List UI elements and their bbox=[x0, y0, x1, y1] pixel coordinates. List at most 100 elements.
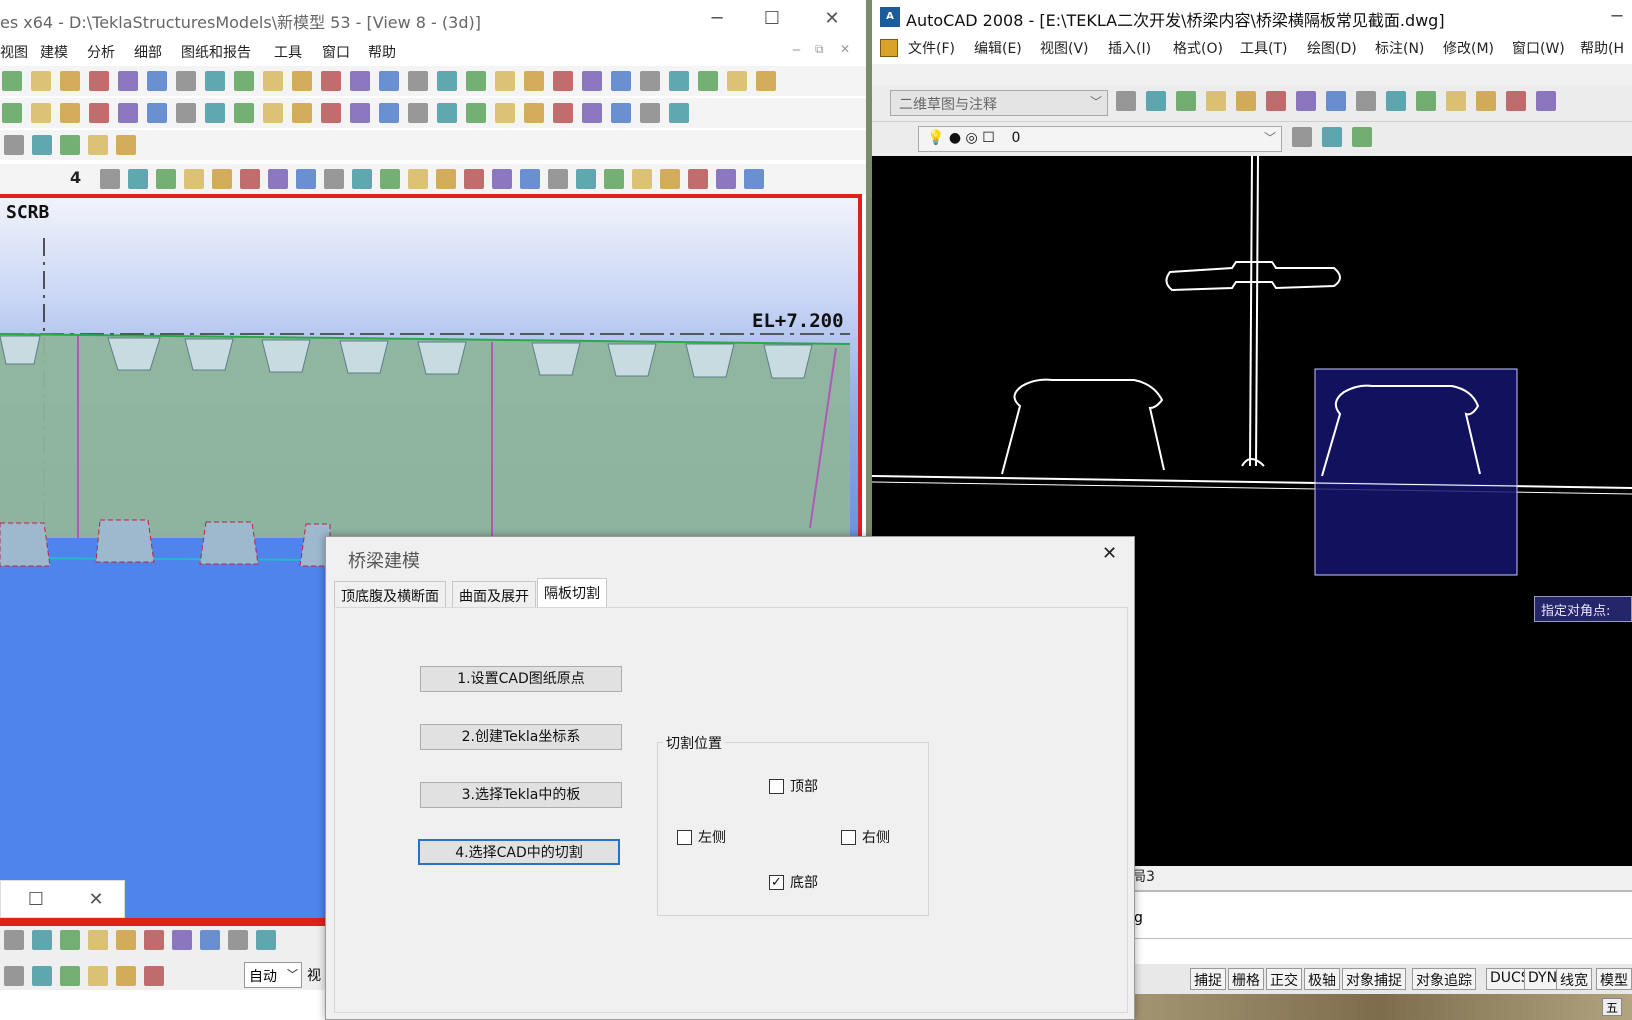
toolbar-tool-icon[interactable] bbox=[184, 169, 204, 189]
status-model-button[interactable]: 模型 bbox=[1596, 968, 1632, 990]
toolbar-tool-icon[interactable] bbox=[200, 930, 220, 950]
toolbar-tool-icon[interactable] bbox=[89, 103, 109, 123]
toolbar-tool-icon[interactable] bbox=[464, 169, 484, 189]
tab-deck-cross-section[interactable]: 顶底腹及横断面 bbox=[334, 581, 446, 607]
toolbar-tool-icon[interactable] bbox=[1506, 91, 1526, 111]
toolbar-tool-icon[interactable] bbox=[495, 103, 515, 123]
toolbar-tool-icon[interactable] bbox=[640, 103, 660, 123]
toolbar-tool-icon[interactable] bbox=[698, 71, 718, 91]
tekla-menu-help[interactable]: 帮助 bbox=[368, 42, 396, 62]
top-checkbox[interactable]: 顶部 bbox=[769, 776, 818, 796]
toolbar-tool-icon[interactable] bbox=[524, 71, 544, 91]
toolbar-tool-icon[interactable] bbox=[88, 930, 108, 950]
toolbar-tool-icon[interactable] bbox=[89, 71, 109, 91]
layout-tab[interactable]: 局3 bbox=[1132, 866, 1155, 886]
toolbar-tool-icon[interactable] bbox=[716, 169, 736, 189]
toolbar-tool-icon[interactable] bbox=[1146, 91, 1166, 111]
autocad-minimize-button[interactable]: ─ bbox=[1602, 6, 1632, 27]
toolbar-tool-icon[interactable] bbox=[4, 966, 24, 986]
toolbar-tool-icon[interactable] bbox=[1236, 91, 1256, 111]
toolbar-tool-icon[interactable] bbox=[32, 966, 52, 986]
toolbar-tool-icon[interactable] bbox=[1446, 91, 1466, 111]
toolbar-tool-icon[interactable] bbox=[495, 71, 515, 91]
tekla-maximize-button[interactable]: ☐ bbox=[757, 8, 787, 29]
right-checkbox[interactable]: 右侧 bbox=[841, 827, 890, 847]
toolbar-tool-icon[interactable] bbox=[1536, 91, 1556, 111]
tekla-menu-analysis[interactable]: 分析 bbox=[87, 42, 115, 62]
toolbar-tool-icon[interactable] bbox=[727, 71, 747, 91]
toolbar-tool-icon[interactable] bbox=[2, 103, 22, 123]
toolbar-tool-icon[interactable] bbox=[292, 71, 312, 91]
toolbar-tool-icon[interactable] bbox=[1322, 127, 1342, 147]
toolbar-tool-icon[interactable] bbox=[128, 169, 148, 189]
toolbar-tool-icon[interactable] bbox=[116, 135, 136, 155]
toolbar-tool-icon[interactable] bbox=[553, 71, 573, 91]
toolbar-tool-icon[interactable] bbox=[292, 103, 312, 123]
toolbar-tool-icon[interactable] bbox=[144, 930, 164, 950]
toolbar-tool-icon[interactable] bbox=[32, 930, 52, 950]
toolbar-tool-icon[interactable] bbox=[147, 71, 167, 91]
toolbar-tool-icon[interactable] bbox=[632, 169, 652, 189]
panel-close-button[interactable]: ✕ bbox=[81, 889, 111, 910]
toolbar-tool-icon[interactable] bbox=[611, 103, 631, 123]
acad-menu-tools[interactable]: 工具(T) bbox=[1240, 38, 1287, 58]
toolbar-tool-icon[interactable] bbox=[205, 71, 225, 91]
panel-maximize-button[interactable]: ☐ bbox=[21, 889, 51, 910]
toolbar-tool-icon[interactable] bbox=[524, 103, 544, 123]
status-snap-button[interactable]: 捕捉 bbox=[1190, 968, 1226, 990]
toolbar-tool-icon[interactable] bbox=[144, 966, 164, 986]
toolbar-tool-icon[interactable] bbox=[147, 103, 167, 123]
toolbar-tool-icon[interactable] bbox=[350, 71, 370, 91]
tab-diaphragm-cutting[interactable]: 隔板切割 bbox=[537, 578, 607, 607]
acad-menu-view[interactable]: 视图(V) bbox=[1040, 38, 1089, 58]
toolbar-tool-icon[interactable] bbox=[60, 103, 80, 123]
bottom-checkbox[interactable]: ✓ 底部 bbox=[769, 872, 818, 892]
toolbar-tool-icon[interactable] bbox=[466, 71, 486, 91]
toolbar-tool-icon[interactable] bbox=[263, 103, 283, 123]
tab-surface-unfold[interactable]: 曲面及展开 bbox=[452, 581, 536, 607]
toolbar-tool-icon[interactable] bbox=[240, 169, 260, 189]
toolbar-tool-icon[interactable] bbox=[1356, 91, 1376, 111]
status-polar-button[interactable]: 极轴 bbox=[1304, 968, 1340, 990]
toolbar-tool-icon[interactable] bbox=[263, 71, 283, 91]
toolbar-tool-icon[interactable] bbox=[256, 930, 276, 950]
toolbar-tool-icon[interactable] bbox=[321, 71, 341, 91]
toolbar-tool-icon[interactable] bbox=[520, 169, 540, 189]
tekla-menu-view[interactable]: 视图 bbox=[0, 42, 28, 62]
tekla-menu-drawings-reports[interactable]: 图纸和报告 bbox=[181, 42, 251, 62]
create-tekla-coords-button[interactable]: 2.创建Tekla坐标系 bbox=[420, 724, 622, 750]
toolbar-tool-icon[interactable] bbox=[756, 71, 776, 91]
toolbar-tool-icon[interactable] bbox=[296, 169, 316, 189]
toolbar-tool-icon[interactable] bbox=[1292, 127, 1312, 147]
toolbar-tool-icon[interactable] bbox=[1206, 91, 1226, 111]
toolbar-tool-icon[interactable] bbox=[408, 169, 428, 189]
toolbar-tool-icon[interactable] bbox=[1296, 91, 1316, 111]
toolbar-tool-icon[interactable] bbox=[4, 135, 24, 155]
toolbar-tool-icon[interactable] bbox=[205, 103, 225, 123]
toolbar-tool-icon[interactable] bbox=[582, 71, 602, 91]
toolbar-tool-icon[interactable] bbox=[660, 169, 680, 189]
toolbar-tool-icon[interactable] bbox=[116, 966, 136, 986]
toolbar-tool-icon[interactable] bbox=[31, 103, 51, 123]
toolbar-tool-icon[interactable] bbox=[582, 103, 602, 123]
toolbar-tool-icon[interactable] bbox=[176, 71, 196, 91]
toolbar-tool-icon[interactable] bbox=[548, 169, 568, 189]
tekla-menu-detailing[interactable]: 细部 bbox=[134, 42, 162, 62]
toolbar-tool-icon[interactable] bbox=[553, 103, 573, 123]
tekla-menu-tools[interactable]: 工具 bbox=[274, 42, 302, 62]
tekla-menu-modeling[interactable]: 建模 bbox=[40, 42, 68, 62]
toolbar-tool-icon[interactable] bbox=[228, 930, 248, 950]
toolbar-tool-icon[interactable] bbox=[466, 103, 486, 123]
toolbar-tool-icon[interactable] bbox=[100, 169, 120, 189]
toolbar-tool-icon[interactable] bbox=[611, 71, 631, 91]
tekla-auto-combo[interactable]: 自动 ﹀ bbox=[244, 962, 302, 988]
toolbar-tool-icon[interactable] bbox=[576, 169, 596, 189]
toolbar-tool-icon[interactable] bbox=[118, 71, 138, 91]
toolbar-tool-icon[interactable] bbox=[408, 71, 428, 91]
acad-menu-insert[interactable]: 插入(I) bbox=[1108, 38, 1151, 58]
bottom-checkbox-box[interactable]: ✓ bbox=[769, 874, 784, 890]
toolbar-tool-icon[interactable] bbox=[379, 103, 399, 123]
toolbar-tool-icon[interactable] bbox=[437, 71, 457, 91]
layer-combo[interactable]: 💡 ● ◎ ☐ 0 ﹀ bbox=[918, 126, 1282, 152]
toolbar-tool-icon[interactable] bbox=[1116, 91, 1136, 111]
